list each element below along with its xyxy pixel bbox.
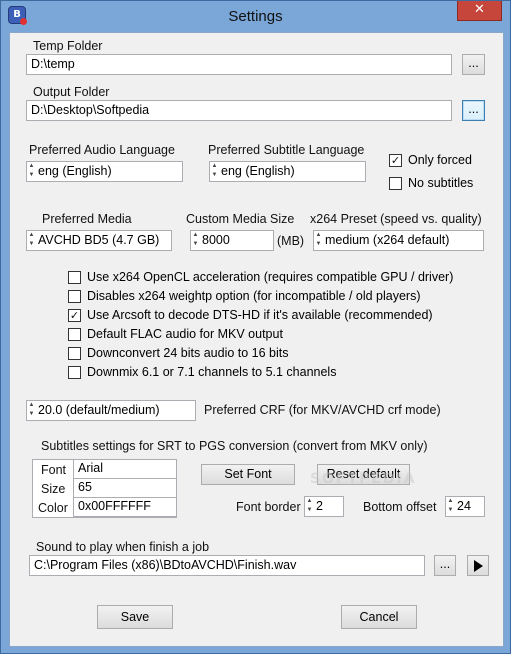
subtitles-heading: Subtitles settings for SRT to PGS conver…: [41, 439, 428, 453]
arcsoft-checkbox[interactable]: ✓ Use Arcsoft to decode DTS-HD if it's a…: [68, 308, 488, 324]
weightp-checkbox[interactable]: Disables x264 weightp option (for incomp…: [68, 289, 488, 305]
save-button[interactable]: Save: [97, 605, 173, 629]
subtitle-language-value: eng (English): [221, 164, 295, 178]
x264-preset-label: x264 Preset (speed vs. quality): [310, 212, 482, 226]
opencl-box[interactable]: [68, 271, 81, 284]
output-folder-label: Output Folder: [33, 85, 110, 99]
x264-preset-value: medium (x264 default): [325, 233, 450, 247]
media-label: Preferred Media: [42, 212, 132, 226]
x264-preset-spinner[interactable]: ▲ ▼ medium (x264 default): [313, 230, 484, 251]
bottom-offset-label: Bottom offset: [363, 500, 437, 514]
settings-window: B Settings ✕ Temp Folder D:\temp ... Out…: [0, 0, 511, 654]
opencl-checkbox[interactable]: Use x264 OpenCL acceleration (requires c…: [68, 270, 488, 286]
play-icon: [473, 560, 483, 572]
sound-file-input[interactable]: C:\Program Files (x86)\BDtoAVCHD\Finish.…: [29, 555, 425, 576]
subtitle-language-spinner[interactable]: ▲ ▼ eng (English): [209, 161, 366, 182]
custom-size-spinner[interactable]: ▲ ▼ 8000: [190, 230, 274, 251]
downconvert-label: Downconvert 24 bits audio to 16 bits: [87, 346, 289, 360]
output-folder-browse-button[interactable]: ...: [462, 100, 485, 121]
only-forced-label: Only forced: [408, 153, 472, 167]
only-forced-box[interactable]: ✓: [389, 154, 402, 167]
bottom-offset-value: 24: [457, 499, 471, 513]
arcsoft-label: Use Arcsoft to decode DTS-HD if it's ava…: [87, 308, 433, 322]
temp-folder-input[interactable]: D:\temp: [26, 54, 452, 75]
no-subtitles-box[interactable]: [389, 177, 402, 190]
spinner-arrows-icon[interactable]: ▲ ▼: [27, 162, 36, 181]
downmix-label: Downmix 6.1 or 7.1 channels to 5.1 chann…: [87, 365, 337, 379]
font-border-label: Font border: [236, 500, 301, 514]
only-forced-checkbox[interactable]: ✓ Only forced: [389, 153, 489, 169]
audio-language-label: Preferred Audio Language: [29, 143, 175, 157]
custom-size-value: 8000: [202, 233, 230, 247]
font-label: Font: [41, 463, 67, 477]
font-field[interactable]: Arial: [73, 459, 177, 479]
media-spinner[interactable]: ▲ ▼ AVCHD BD5 (4.7 GB): [26, 230, 172, 251]
window-title: Settings: [228, 8, 283, 25]
output-folder-input[interactable]: D:\Desktop\Softpedia: [26, 100, 452, 121]
settings-panel: Temp Folder D:\temp ... Output Folder D:…: [9, 32, 504, 647]
audio-language-spinner[interactable]: ▲ ▼ eng (English): [26, 161, 183, 182]
spinner-arrows-icon[interactable]: ▲ ▼: [27, 401, 36, 420]
no-subtitles-checkbox[interactable]: No subtitles: [389, 176, 489, 192]
font-border-value: 2: [316, 499, 323, 513]
title-bar[interactable]: B Settings ✕: [1, 1, 510, 32]
custom-size-label: Custom Media Size: [186, 212, 295, 226]
subtitle-font-box: Font Arial Size 65 Color 0x00FFFFFF: [32, 459, 177, 518]
downconvert-checkbox[interactable]: Downconvert 24 bits audio to 16 bits: [68, 346, 488, 362]
flac-box[interactable]: [68, 328, 81, 341]
spinner-arrows-icon[interactable]: ▲ ▼: [305, 497, 314, 516]
cancel-button[interactable]: Cancel: [341, 605, 417, 629]
arcsoft-box[interactable]: ✓: [68, 309, 81, 322]
font-border-spinner[interactable]: ▲ ▼ 2: [304, 496, 344, 517]
custom-size-unit: (MB): [277, 234, 305, 248]
close-button[interactable]: ✕: [457, 1, 502, 21]
sound-browse-button[interactable]: ...: [434, 555, 456, 576]
flac-label: Default FLAC audio for MKV output: [87, 327, 283, 341]
crf-label: Preferred CRF (for MKV/AVCHD crf mode): [204, 403, 441, 417]
temp-folder-browse-button[interactable]: ...: [462, 54, 485, 75]
downmix-box[interactable]: [68, 366, 81, 379]
softpedia-watermark: SOFTPEDIA: [310, 471, 417, 487]
no-subtitles-label: No subtitles: [408, 176, 474, 190]
size-label: Size: [41, 482, 66, 496]
sound-label: Sound to play when finish a job: [36, 540, 210, 554]
crf-spinner[interactable]: ▲ ▼ 20.0 (default/medium): [26, 400, 196, 421]
spinner-arrows-icon[interactable]: ▲ ▼: [191, 231, 200, 250]
size-field[interactable]: 65: [73, 478, 177, 498]
subtitle-language-label: Preferred Subtitle Language: [208, 143, 365, 157]
color-label: Color: [38, 501, 68, 515]
weightp-label: Disables x264 weightp option (for incomp…: [87, 289, 421, 303]
media-value: AVCHD BD5 (4.7 GB): [38, 233, 160, 247]
downconvert-box[interactable]: [68, 347, 81, 360]
play-sound-button[interactable]: [467, 555, 489, 576]
flac-checkbox[interactable]: Default FLAC audio for MKV output: [68, 327, 488, 343]
audio-language-value: eng (English): [38, 164, 112, 178]
spinner-arrows-icon[interactable]: ▲ ▼: [27, 231, 36, 250]
temp-folder-label: Temp Folder: [33, 39, 103, 53]
spinner-arrows-icon[interactable]: ▲ ▼: [314, 231, 323, 250]
set-font-button[interactable]: Set Font: [201, 464, 295, 485]
crf-value: 20.0 (default/medium): [38, 403, 160, 417]
opencl-label: Use x264 OpenCL acceleration (requires c…: [87, 270, 454, 284]
bottom-offset-spinner[interactable]: ▲ ▼ 24: [445, 496, 485, 517]
spinner-arrows-icon[interactable]: ▲ ▼: [446, 497, 455, 516]
downmix-checkbox[interactable]: Downmix 6.1 or 7.1 channels to 5.1 chann…: [68, 365, 488, 381]
color-field[interactable]: 0x00FFFFFF: [73, 497, 177, 517]
spinner-arrows-icon[interactable]: ▲ ▼: [210, 162, 219, 181]
weightp-box[interactable]: [68, 290, 81, 303]
